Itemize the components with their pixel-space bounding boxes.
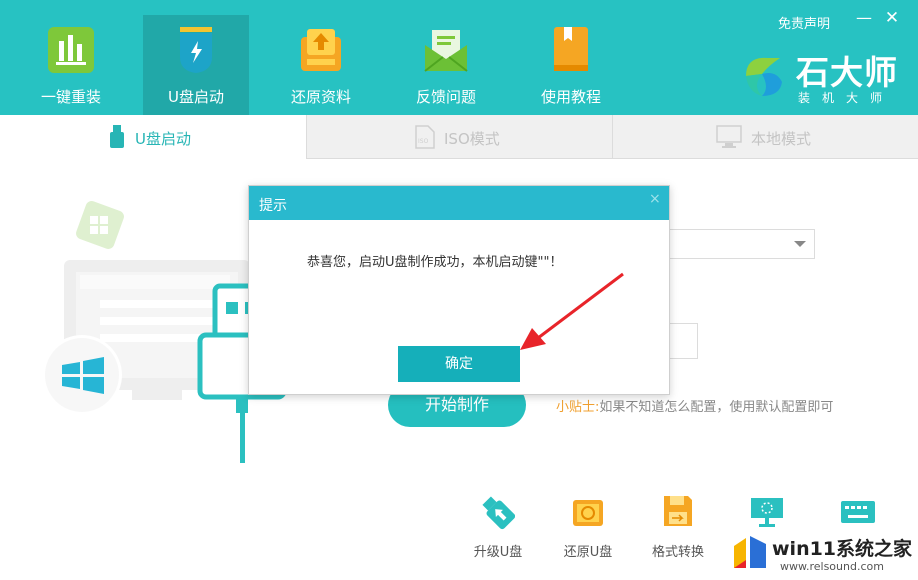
monitor-icon	[716, 125, 742, 153]
tool-label: 格式转换	[651, 545, 704, 560]
nav-label: 一键重装	[40, 88, 101, 106]
ok-button[interactable]: 确定	[398, 346, 520, 382]
close-window-button[interactable]: ✕	[884, 8, 900, 28]
dialog-close-button[interactable]: ×	[649, 191, 661, 207]
usb-drive-icon	[110, 125, 124, 153]
dialog-title: 提示	[259, 198, 287, 214]
dialog-title-bar: 提示 ×	[249, 186, 669, 220]
nav-tutorial[interactable]: 使用教程	[518, 15, 624, 115]
shortcut-key-icon	[840, 500, 876, 530]
watermark-url: www.relsound.com	[780, 560, 884, 573]
tool-label: 升级U盘	[473, 545, 523, 560]
logo-title: 石大师	[796, 53, 898, 92]
nav-label: 反馈问题	[415, 88, 476, 106]
minimize-button[interactable]: —	[856, 8, 872, 27]
nav-restore-data[interactable]: 还原资料	[268, 15, 374, 115]
nav-one-click-reinstall[interactable]: 一键重装	[18, 15, 124, 115]
iso-file-icon: ISO	[415, 125, 435, 153]
chart-icon	[48, 27, 94, 73]
disclaimer-link[interactable]: 免责声明	[778, 13, 830, 32]
tool-restore-usb[interactable]: 还原U盘	[553, 492, 623, 562]
simulate-boot-icon	[749, 496, 785, 532]
restore-icon	[298, 27, 344, 73]
mode-select[interactable]	[668, 229, 815, 259]
tip-line: 小贴士:如果不知道怎么配置，使用默认配置即可	[556, 396, 833, 415]
tab-iso-mode[interactable]: ISO ISO模式	[306, 115, 612, 159]
mail-icon	[423, 27, 469, 73]
tab-label: U盘启动	[135, 130, 191, 148]
restore-usb-icon	[571, 496, 605, 532]
nav-feedback[interactable]: 反馈问题	[393, 15, 499, 115]
tool-upgrade-usb[interactable]: 升级U盘	[463, 492, 533, 562]
logo-icon	[740, 52, 788, 100]
tool-label: 还原U盘	[563, 545, 613, 560]
header-bar: 一键重装 U盘启动 还原资料 反馈问题 使用教程 免责声明 — ✕ 石大师 装机…	[0, 0, 918, 115]
nav-label: 使用教程	[540, 88, 601, 106]
book-icon	[548, 27, 594, 73]
nav-label: 还原资料	[290, 88, 351, 106]
tab-usb-boot[interactable]: U盘启动	[0, 115, 305, 159]
annotation-arrow-icon	[510, 268, 630, 358]
option-field[interactable]	[668, 323, 698, 359]
svg-text:ISO: ISO	[418, 138, 429, 145]
logo-subtitle: 装机大师	[798, 91, 895, 105]
watermark: win11系统之家 www.relsound.com	[728, 528, 918, 580]
format-convert-icon	[662, 494, 694, 532]
chevron-down-icon	[794, 241, 806, 247]
tool-format-convert[interactable]: 格式转换	[643, 492, 713, 562]
nav-label: U盘启动	[168, 88, 224, 106]
nav-usb-boot[interactable]: U盘启动	[143, 15, 249, 115]
upgrade-usb-icon	[481, 494, 516, 534]
tip-label: 小贴士:	[556, 400, 600, 415]
watermark-logo-icon	[732, 534, 768, 574]
tab-label: ISO模式	[444, 130, 500, 148]
tip-text: 如果不知道怎么配置，使用默认配置即可	[599, 400, 834, 415]
tab-label: 本地模式	[751, 130, 812, 148]
usb-icon	[173, 27, 219, 73]
tab-local-mode[interactable]: 本地模式	[612, 115, 918, 159]
watermark-text: win11系统之家	[772, 538, 913, 560]
